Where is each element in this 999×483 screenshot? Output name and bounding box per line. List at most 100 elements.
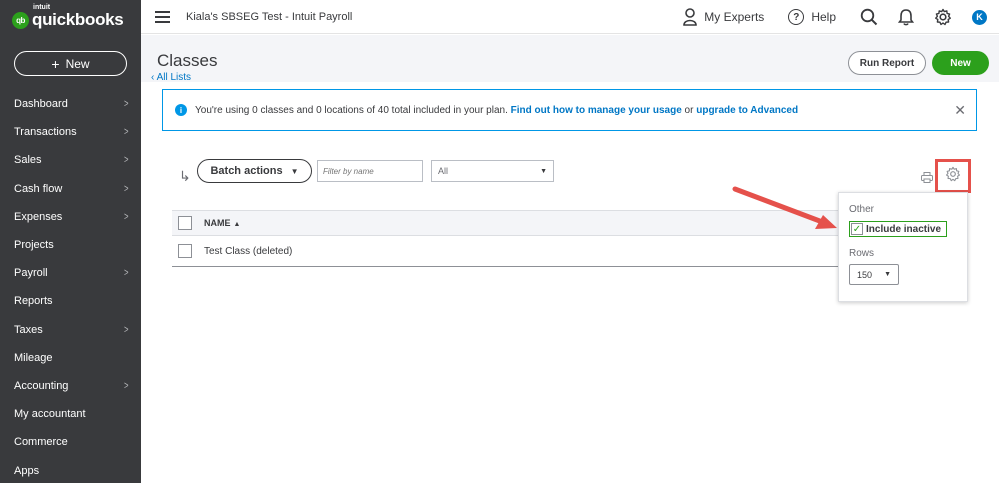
include-inactive-option[interactable]: ✓ Include inactive <box>849 221 948 237</box>
chevron-right-icon: > <box>123 379 129 392</box>
include-inactive-checkbox[interactable]: ✓ <box>851 223 863 235</box>
caret-down-icon: ▼ <box>540 167 547 175</box>
upgrade-link[interactable]: upgrade to Advanced <box>696 105 798 116</box>
class-name-cell: Test Class (deleted) <box>204 245 293 257</box>
manage-usage-link[interactable]: Find out how to manage your usage <box>511 105 682 116</box>
help-button[interactable]: ? Help <box>788 9 836 25</box>
sidebar-item-apps[interactable]: Apps <box>0 456 141 483</box>
sidebar-item-label: Payroll <box>14 267 48 280</box>
quickbooks-logo[interactable]: qb intuit quickbooks <box>12 4 124 32</box>
chevron-right-icon: > <box>123 323 129 336</box>
all-lists-link[interactable]: ‹ All Lists <box>151 72 191 83</box>
chevron-right-icon: > <box>123 210 129 223</box>
run-report-button[interactable]: Run Report <box>848 51 926 75</box>
sidebar-item-label: Taxes <box>14 323 43 336</box>
select-all-checkbox[interactable] <box>178 216 192 230</box>
sort-up-icon: ▲ <box>233 221 241 228</box>
sidebar-item-sales[interactable]: Sales > <box>0 146 141 174</box>
my-experts-label: My Experts <box>704 10 765 24</box>
company-name: Kiala's SBSEG Test - Intuit Payroll <box>186 11 353 23</box>
sidebar-item-cash-flow[interactable]: Cash flow > <box>0 175 141 203</box>
sidebar-item-commerce[interactable]: Commerce <box>0 428 141 456</box>
usage-info-banner: i You're using 0 classes and 0 locations… <box>162 89 977 131</box>
qb-logo-icon: qb <box>12 11 29 29</box>
search-icon[interactable] <box>860 8 878 26</box>
my-experts-button[interactable]: My Experts <box>683 8 764 26</box>
hamburger-menu-icon[interactable] <box>155 11 170 23</box>
filter-by-name-input[interactable] <box>317 160 423 182</box>
sidebar-item-reports[interactable]: Reports <box>0 287 141 315</box>
sidebar-item-label: Accounting <box>14 379 69 392</box>
sidebar-item-transactions[interactable]: Transactions > <box>0 118 141 146</box>
status-filter-select[interactable]: All ▼ <box>431 160 554 182</box>
sidebar-item-taxes[interactable]: Taxes > <box>0 316 141 344</box>
sidebar-item-expenses[interactable]: Expenses > <box>0 203 141 231</box>
name-header-label: NAME <box>204 218 231 228</box>
top-bar: Kiala's SBSEG Test - Intuit Payroll My E… <box>141 0 999 34</box>
sidebar-item-dashboard[interactable]: Dashboard > <box>0 90 141 118</box>
page-header: Classes ‹ All Lists Run Report New <box>141 35 999 83</box>
chevron-right-icon: > <box>123 154 129 167</box>
sidebar-new-label: New <box>65 56 90 71</box>
sidebar-item-mileage[interactable]: Mileage <box>0 344 141 372</box>
logo-wordmark: quickbooks <box>32 10 124 29</box>
sidebar-item-label: Mileage <box>14 351 53 364</box>
plus-icon: + <box>51 55 60 72</box>
chevron-right-icon: > <box>123 98 129 111</box>
logo-intuit-text: intuit <box>33 4 51 11</box>
sidebar-item-label: My accountant <box>14 408 86 421</box>
sidebar-item-my-accountant[interactable]: My accountant <box>0 400 141 428</box>
table-row[interactable]: Test Class (deleted) <box>172 236 838 267</box>
banner-text: You're using 0 classes and 0 locations o… <box>195 105 798 116</box>
sidebar-item-label: Reports <box>14 295 53 308</box>
sidebar-item-label: Commerce <box>14 436 68 449</box>
info-icon: i <box>175 104 187 116</box>
include-inactive-label: Include inactive <box>866 223 942 235</box>
name-column-header[interactable]: NAME ▲ <box>204 218 240 228</box>
sidebar-item-label: Transactions <box>14 126 77 139</box>
banner-or: or <box>684 104 694 116</box>
rows-section-label: Rows <box>849 248 875 259</box>
sidebar: qb intuit quickbooks + New Dashboard > Tr… <box>0 0 141 483</box>
user-avatar[interactable]: K <box>972 9 987 25</box>
sidebar-item-accounting[interactable]: Accounting > <box>0 372 141 400</box>
person-icon <box>683 8 698 26</box>
help-label: Help <box>811 10 836 24</box>
sidebar-item-label: Cash flow <box>14 182 63 195</box>
batch-actions-button[interactable]: Batch actions ▼ <box>197 159 312 183</box>
chevron-right-icon: > <box>123 182 129 195</box>
sidebar-item-label: Apps <box>14 464 40 477</box>
bell-icon[interactable] <box>898 8 914 26</box>
row-checkbox[interactable] <box>178 244 192 258</box>
table-settings-popover: Other ✓ Include inactive Rows 150 ▼ <box>838 192 968 302</box>
status-filter-value: All <box>438 166 449 176</box>
print-icon[interactable] <box>921 172 933 183</box>
close-icon[interactable]: ✕ <box>954 102 966 119</box>
all-lists-label: All Lists <box>156 72 192 83</box>
gear-icon[interactable] <box>934 8 952 26</box>
page-title: Classes <box>157 51 218 70</box>
sidebar-item-label: Dashboard <box>14 98 68 111</box>
caret-down-icon: ▼ <box>884 271 891 278</box>
batch-actions-label: Batch actions <box>210 165 283 177</box>
caret-down-icon: ▼ <box>290 166 299 176</box>
collapse-arrow-icon[interactable]: ↳ <box>179 168 191 185</box>
chevron-right-icon: > <box>123 267 129 280</box>
annotation-arrow <box>732 186 837 229</box>
gear-highlight-box <box>935 159 971 193</box>
sidebar-item-projects[interactable]: Projects <box>0 231 141 259</box>
sidebar-item-label: Projects <box>14 239 54 252</box>
main-content: Classes ‹ All Lists Run Report New i You… <box>141 35 999 483</box>
new-button[interactable]: New <box>932 51 989 75</box>
chevron-right-icon: > <box>123 126 129 139</box>
sidebar-nav: Dashboard > Transactions > Sales > Cash flo… <box>0 90 141 483</box>
help-icon: ? <box>788 9 805 25</box>
banner-message: You're using 0 classes and 0 locations o… <box>195 104 508 116</box>
sidebar-new-button[interactable]: + New <box>14 51 127 76</box>
sidebar-item-payroll[interactable]: Payroll > <box>0 259 141 287</box>
rows-per-page-value: 150 <box>857 269 873 280</box>
rows-per-page-select[interactable]: 150 ▼ <box>849 264 899 285</box>
other-section-label: Other <box>849 204 875 215</box>
sidebar-item-label: Sales <box>14 154 42 167</box>
sidebar-item-label: Expenses <box>14 210 63 223</box>
